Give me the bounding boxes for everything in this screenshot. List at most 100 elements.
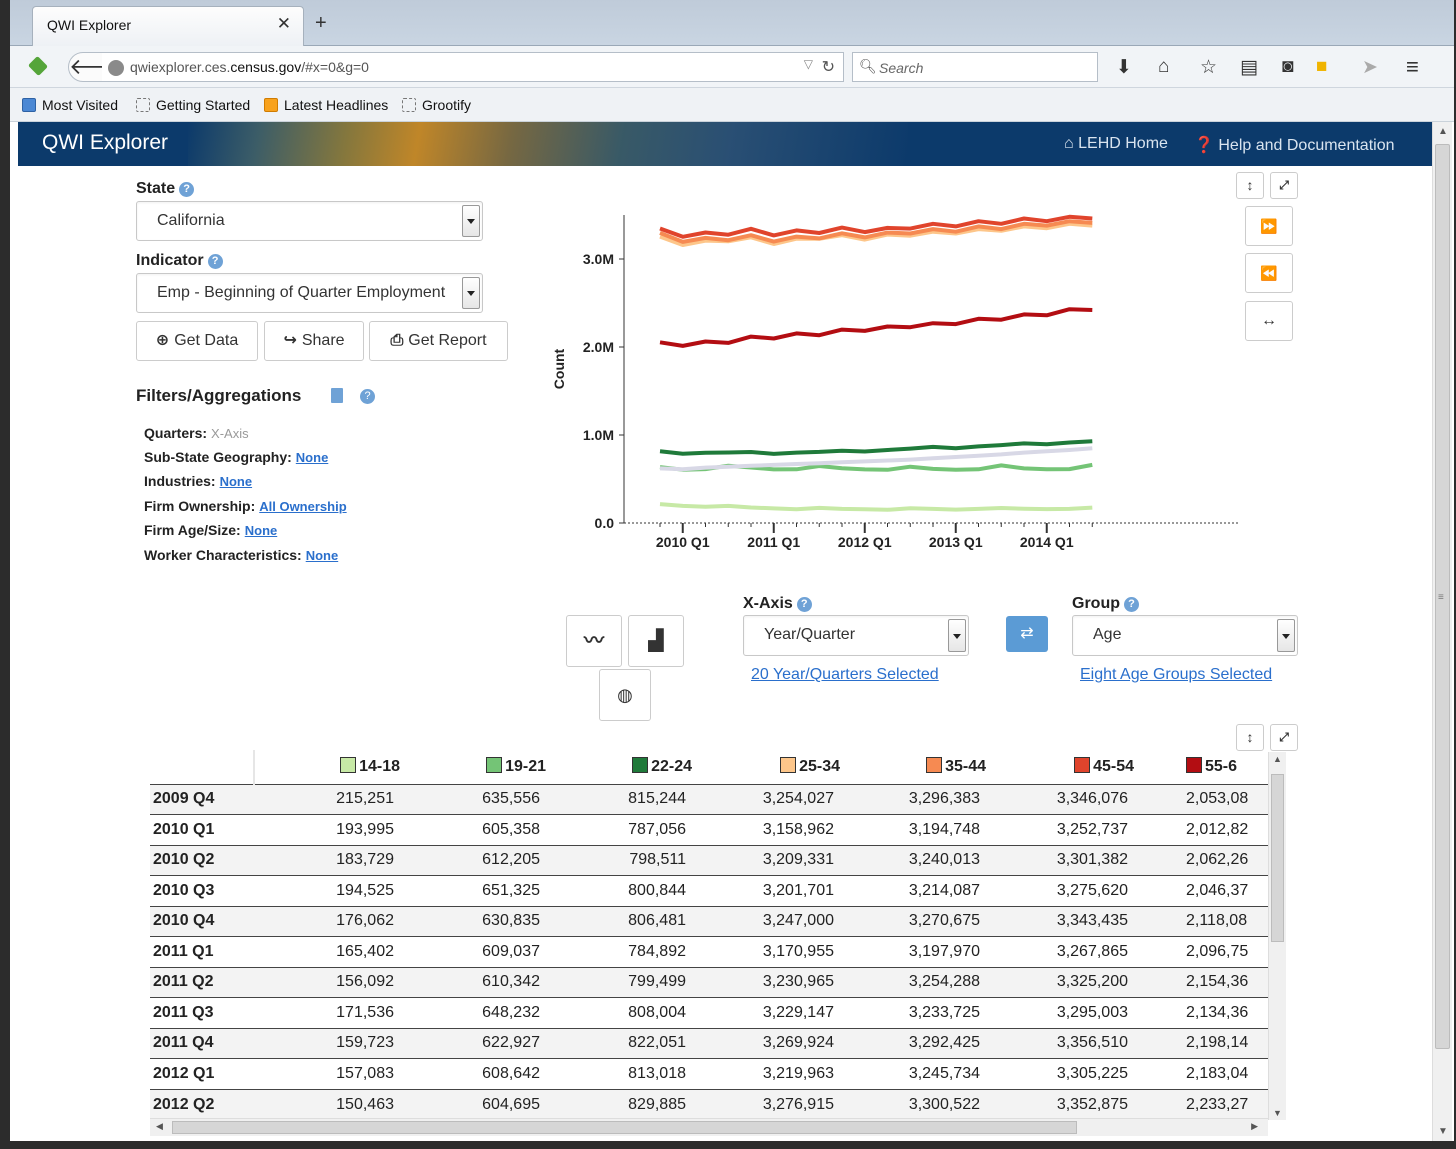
get-report-button[interactable]: ⎙ Get Report (369, 321, 508, 361)
column-header[interactable]: 14-18 (254, 750, 400, 784)
extension-icon[interactable]: ■ (1316, 56, 1327, 78)
bookmark-getting-started[interactable]: Getting Started (136, 97, 250, 113)
help-icon[interactable]: ? (360, 389, 375, 404)
column-header-label: 45-54 (1093, 758, 1134, 776)
swap-axes-button[interactable]: ⇄ (1006, 616, 1048, 652)
table-horizontal-scrollbar-thumb[interactable] (172, 1121, 1077, 1134)
scroll-up-arrow[interactable]: ▲ (1273, 754, 1282, 764)
table-cell: 3,233,725 (840, 997, 986, 1028)
column-header[interactable]: 22-24 (546, 750, 692, 784)
new-tab-icon[interactable]: + (315, 12, 327, 35)
table-vertical-scrollbar[interactable]: ▲ ▼ (1268, 752, 1286, 1120)
filter-link[interactable]: None (220, 474, 253, 489)
table-fullscreen-button[interactable]: ⤢ (1270, 724, 1298, 751)
quarters-selected-link[interactable]: 20 Year/Quarters Selected (751, 666, 939, 684)
most-visited-icon (22, 98, 36, 112)
bookmarks-menu-icon[interactable]: ▤ (1240, 56, 1258, 79)
table-cell: 3,275,620 (986, 875, 1134, 906)
series-line-14-18 (659, 502, 1093, 512)
rewind-button[interactable]: ⏪ (1245, 253, 1293, 293)
table-cell: 829,885 (546, 1088, 692, 1120)
scroll-left-arrow[interactable]: ◀ (156, 1121, 163, 1132)
table-cell: 813,018 (546, 1058, 692, 1089)
column-header[interactable]: 19-21 (400, 750, 546, 784)
help-icon[interactable]: ? (207, 254, 223, 269)
age-groups-selected-link[interactable]: Eight Age Groups Selected (1080, 666, 1272, 684)
share-button[interactable]: ↪ Share (264, 321, 364, 361)
xaxis-select-value: Year/Quarter (764, 626, 856, 643)
row-label: 2010 Q1 (150, 814, 254, 845)
download-circle-icon: ⊕ (155, 332, 170, 349)
group-select[interactable]: Age (1072, 615, 1298, 656)
send-icon[interactable]: ➤ (1362, 56, 1378, 79)
scrollbar-grip-icon: ≡ (1438, 592, 1444, 603)
addon-icon[interactable] (27, 55, 49, 77)
bookmark-star-icon[interactable]: ☆ (1200, 56, 1217, 79)
url-history-dropdown-icon[interactable]: ▽ (804, 57, 813, 71)
trash-icon[interactable] (331, 388, 343, 403)
filter-link[interactable]: All Ownership (259, 499, 346, 514)
scroll-right-arrow[interactable]: ▶ (1251, 1121, 1258, 1132)
help-documentation-link[interactable]: ❓ Help and Documentation (1194, 135, 1394, 155)
table-horizontal-scrollbar[interactable]: ◀ ▶ (150, 1118, 1268, 1136)
help-icon[interactable]: ? (796, 597, 812, 612)
scroll-up-arrow[interactable]: ▲ (1438, 126, 1448, 137)
column-header[interactable]: 25-34 (692, 750, 840, 784)
xaxis-select[interactable]: Year/Quarter (743, 615, 969, 656)
fullscreen-button[interactable]: ⤢ (1270, 172, 1298, 199)
table-expand-vertical-button[interactable]: ↕ (1236, 724, 1264, 751)
page-scrollbar[interactable]: ▲ ≡ ▼ (1432, 122, 1452, 1141)
filter-link[interactable]: None (296, 450, 329, 465)
lehd-home-link[interactable]: ⌂ LEHD Home (1064, 135, 1168, 153)
download-icon[interactable]: ⬇ (1116, 56, 1132, 79)
column-header[interactable]: 45-54 (986, 750, 1134, 784)
table-cell: 2,233,27 (1134, 1088, 1280, 1120)
url-bar[interactable]: qwiexplorer.ces.census.gov/#x=0&g=0 ▽ ↻ (102, 52, 844, 82)
site-identity-icon[interactable] (108, 60, 124, 76)
table-cell: 2,096,75 (1134, 936, 1280, 967)
expand-vertical-button[interactable]: ↕ (1236, 172, 1264, 199)
app-title[interactable]: QWI Explorer (42, 131, 168, 155)
table-cell: 3,325,200 (986, 966, 1134, 998)
map-button[interactable]: ◍ (599, 669, 651, 721)
fit-width-button[interactable]: ↔ (1245, 301, 1293, 341)
xaxis-label: X-Axis? (743, 595, 812, 613)
table-cell: 193,995 (254, 814, 400, 845)
bookmark-latest-headlines[interactable]: Latest Headlines (264, 97, 388, 113)
menu-icon[interactable]: ≡ (1406, 54, 1419, 80)
column-header[interactable]: 55-6 (1134, 750, 1280, 784)
table-cell: 609,037 (400, 936, 546, 967)
browser-tab[interactable]: QWI Explorer ✕ (32, 6, 304, 46)
row-label: 2011 Q2 (150, 966, 254, 998)
filter-worker-characteristics: Worker Characteristics: None (144, 547, 339, 563)
indicator-select[interactable]: Emp - Beginning of Quarter Employment (136, 273, 483, 313)
forward-button[interactable]: ⏩ (1245, 206, 1293, 246)
table-cell: 630,835 (400, 905, 546, 937)
get-data-button[interactable]: ⊕ Get Data (136, 321, 258, 361)
pocket-icon[interactable]: ◙ (1282, 56, 1293, 78)
reload-icon[interactable]: ↻ (822, 57, 835, 77)
help-icon[interactable]: ? (1124, 597, 1139, 612)
state-select[interactable]: California (136, 201, 483, 241)
fullscreen-icon: ⤢ (1279, 178, 1289, 192)
help-icon[interactable]: ? (179, 182, 195, 197)
tab-close-icon[interactable]: ✕ (277, 14, 291, 34)
search-bar[interactable]: 🔍︎ Search (852, 52, 1098, 82)
home-icon[interactable]: ⌂ (1158, 56, 1169, 78)
filter-link[interactable]: None (306, 548, 339, 563)
back-button[interactable]: 🡐 (68, 52, 128, 82)
table-cell: 215,251 (254, 783, 400, 815)
x-tick-label: 2012 Q1 (838, 534, 892, 550)
filter-link[interactable]: None (245, 523, 278, 538)
x-tick-label: 2010 Q1 (656, 534, 710, 550)
legend-swatch (780, 757, 797, 774)
bookmark-most-visited[interactable]: Most Visited (22, 97, 118, 113)
scroll-down-arrow[interactable]: ▼ (1273, 1108, 1282, 1118)
column-header[interactable]: 35-44 (840, 750, 986, 784)
table-vertical-scrollbar-thumb[interactable] (1271, 774, 1284, 942)
scroll-down-arrow[interactable]: ▼ (1438, 1126, 1448, 1137)
table-cell: 3,276,915 (692, 1088, 840, 1120)
bookmark-grootify[interactable]: Grootify (402, 97, 471, 113)
bar-chart-button[interactable]: ▟ (628, 615, 684, 667)
line-chart-button[interactable]: 〰 (566, 615, 622, 667)
